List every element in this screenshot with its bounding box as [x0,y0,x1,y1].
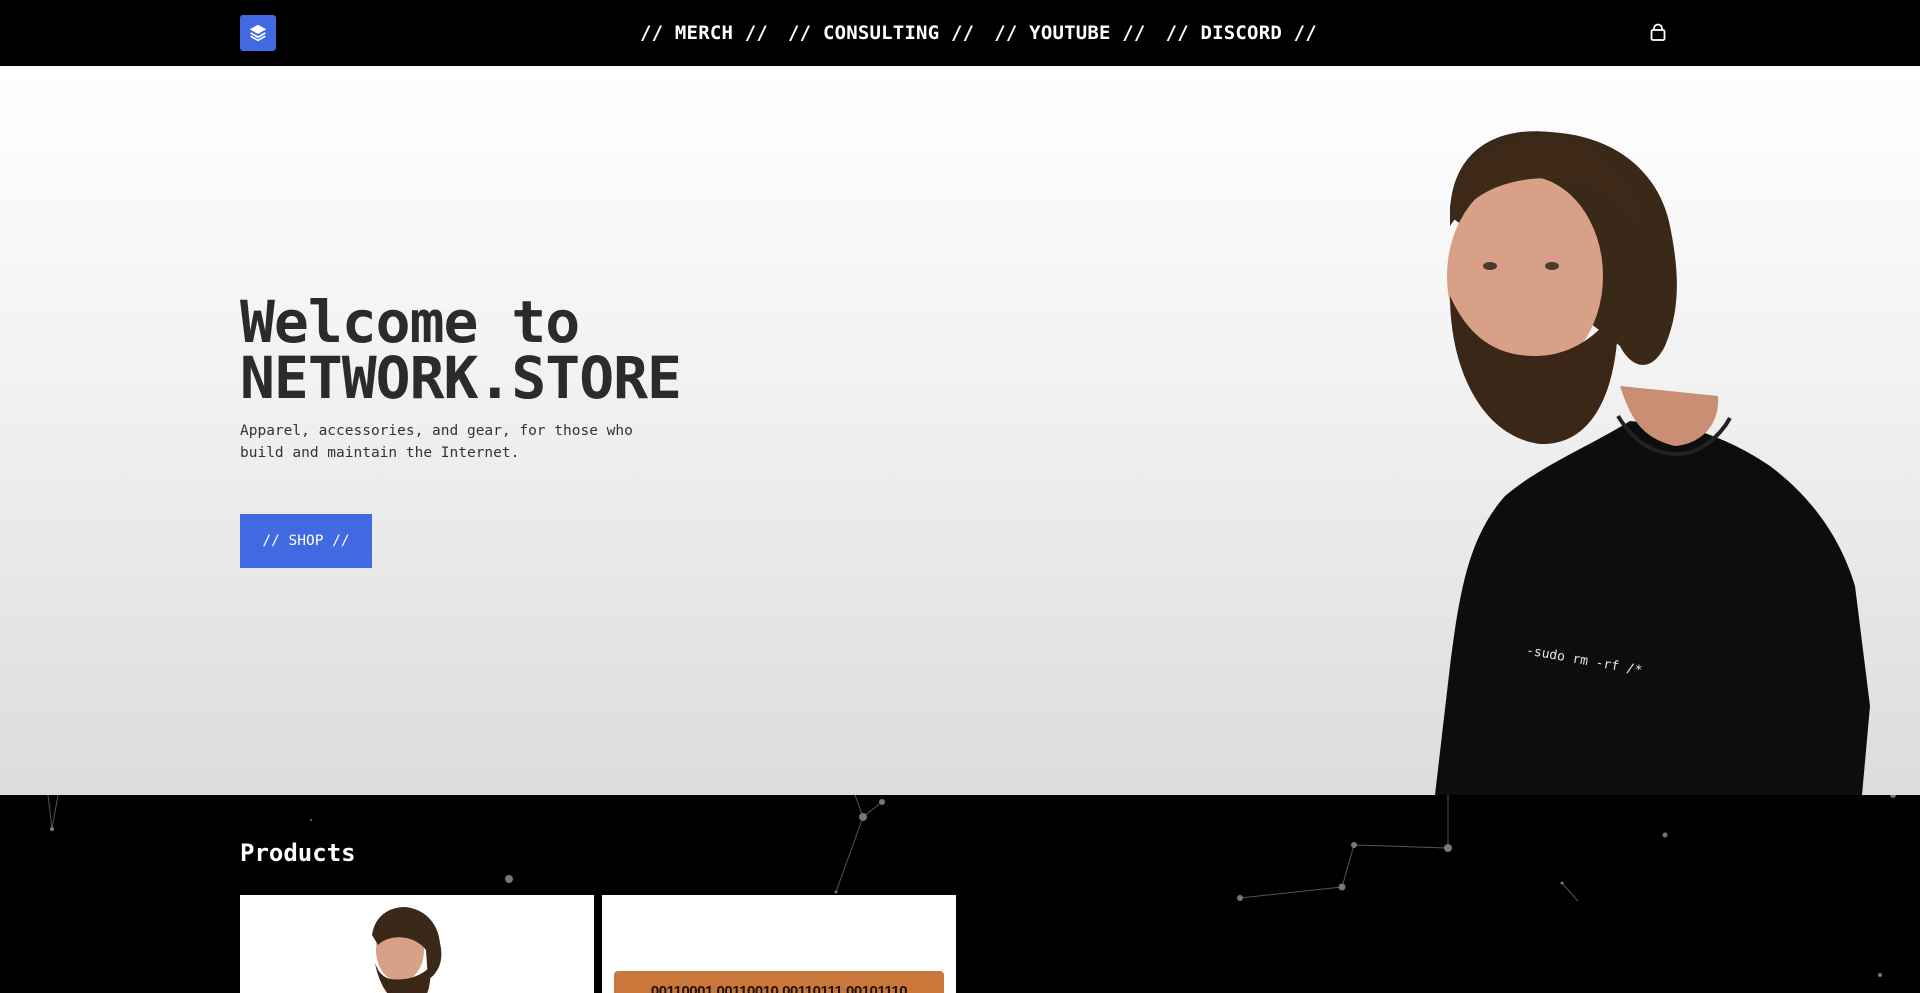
products-title: Products [240,839,356,867]
product-image-doormat: 00110001 00110010 00110111 00101110 [614,971,944,993]
hero-title: Welcome to NETWORK.STORE [240,288,682,412]
shop-button[interactable]: // SHOP // [240,514,372,568]
nav-link-merch[interactable]: // MERCH // [640,22,768,44]
layers-icon [249,24,267,42]
nav-link-youtube[interactable]: // YOUTUBE // [994,22,1145,44]
hero-subtitle: Apparel, accessories, and gear, for thos… [240,423,633,461]
nav-link-discord[interactable]: // DISCORD // [1166,22,1317,44]
nav-link-consulting[interactable]: // CONSULTING // [788,22,974,44]
shopping-bag-icon [1650,23,1666,41]
main-nav: // MERCH // // CONSULTING // // YOUTUBE … [640,0,1317,66]
product-image-tshirt [350,895,466,993]
hero-title-line1: Welcome to [240,288,580,356]
hero-person-image: -sudo rm -rf /* [1435,131,1870,795]
top-nav: // MERCH // // CONSULTING // // YOUTUBE … [0,0,1920,66]
products-section: Products 00110001 00110010 00110111 0010… [0,795,1920,993]
product-card[interactable]: 00110001 00110010 00110111 00101110 [602,895,956,993]
hero-section: Welcome to NETWORK.STORE Apparel, access… [0,66,1920,795]
product-card[interactable] [240,895,594,993]
cart-button[interactable] [1648,23,1668,43]
hero-title-line2: NETWORK.STORE [240,344,682,412]
logo-button[interactable] [240,15,276,51]
